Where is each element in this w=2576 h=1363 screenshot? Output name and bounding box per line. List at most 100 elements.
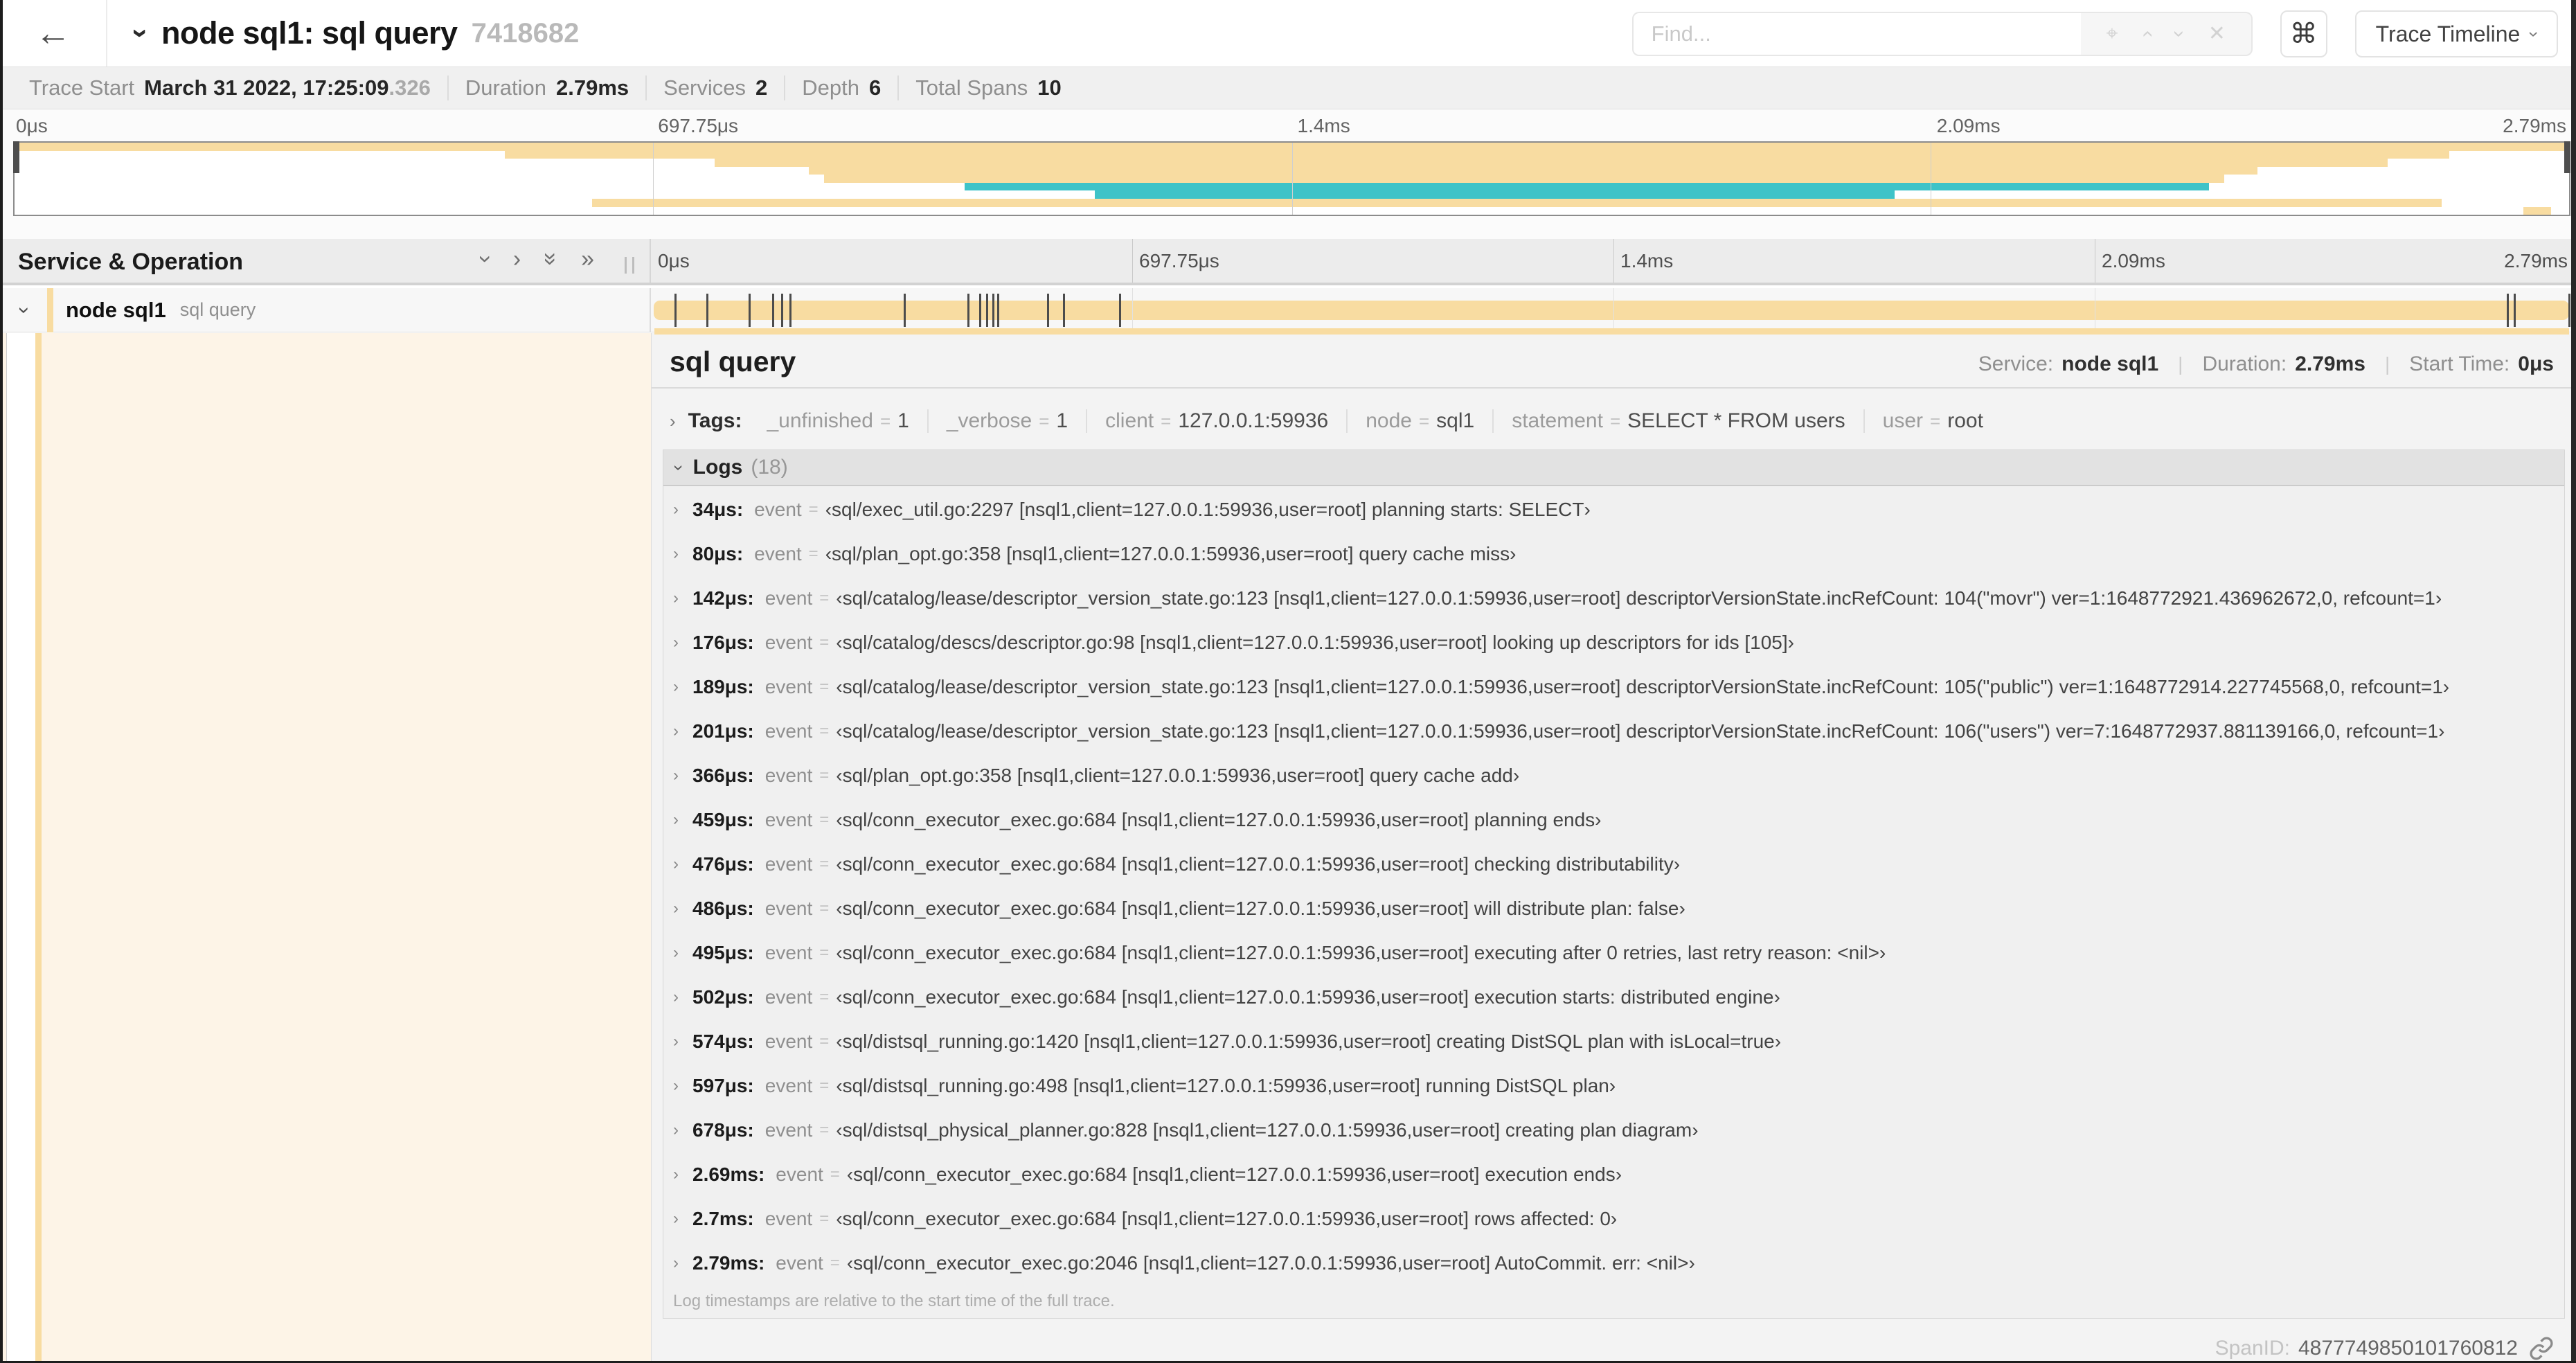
- meta-value: March 31 2022, 17:25:09: [144, 75, 389, 100]
- log-row[interactable]: › 366μs: event = ‹sql/plan_opt.go:358 [nsql1…: [663, 754, 2564, 798]
- tag-pair: _unfinished = 1: [749, 409, 927, 433]
- log-row[interactable]: › 176μs: event = ‹sql/catalog/descs/descript…: [663, 621, 2564, 665]
- tag-pair: client = 127.0.0.1:59936: [1086, 409, 1346, 433]
- trace-meta-item: Total Spans 10: [897, 75, 1077, 100]
- collapse-trace-icon[interactable]: ›: [125, 28, 158, 38]
- equals-sign: =: [819, 1209, 830, 1228]
- service-value: node sql1: [2061, 353, 2159, 375]
- log-row[interactable]: › 597μs: event = ‹sql/distsql_running.go:498…: [663, 1064, 2564, 1108]
- log-row[interactable]: › 201μs: event = ‹sql/catalog/lease/descript…: [663, 709, 2564, 754]
- log-field-value: ‹sql/exec_util.go:2297 [nsql1,client=127…: [825, 499, 1591, 520]
- equals-sign: =: [808, 500, 819, 519]
- tags-row[interactable]: › Tags: _unfinished = 1 _verbose = 1 client = 12…: [670, 401, 2554, 441]
- meta-value: 2: [755, 75, 768, 100]
- span-detail-panel: sql query Service: node sql1 | Duration:…: [651, 328, 2576, 1363]
- log-marker: [706, 294, 708, 327]
- log-row[interactable]: › 34μs: event = ‹sql/exec_util.go:2297 [nsql…: [663, 488, 2564, 532]
- tag-value: 1: [1056, 409, 1068, 432]
- deep-link-icon[interactable]: [2529, 1336, 2554, 1361]
- tag-value: 127.0.0.1:59936: [1178, 409, 1329, 432]
- window-scrollbar-edge[interactable]: [2571, 0, 2576, 1363]
- minimap-span-bar: [505, 150, 2449, 159]
- log-timestamp: 678μs:: [692, 1119, 754, 1141]
- log-row[interactable]: › 574μs: event = ‹sql/distsql_running.go:142…: [663, 1019, 2564, 1064]
- log-row[interactable]: › 678μs: event = ‹sql/distsql_physical_plann…: [663, 1108, 2564, 1152]
- keyboard-shortcuts-button[interactable]: ⌘: [2280, 10, 2327, 57]
- divider: |: [2384, 353, 2390, 375]
- log-row[interactable]: › 486μs: event = ‹sql/conn_executor_exec.go:…: [663, 887, 2564, 931]
- log-row[interactable]: › 2.69ms: event = ‹sql/conn_executor_exec.go…: [663, 1152, 2564, 1197]
- start-time-label: Start Time:: [2409, 353, 2510, 375]
- equals-sign: =: [819, 677, 830, 696]
- minimap-gridline: [653, 143, 654, 215]
- back-button[interactable]: ←: [0, 0, 107, 66]
- log-row[interactable]: › 502μs: event = ‹sql/conn_executor_exec.go:…: [663, 975, 2564, 1019]
- chevron-right-icon: ›: [673, 500, 679, 519]
- trace-view-selector[interactable]: Trace Timeline ›: [2354, 10, 2558, 57]
- log-timestamp: 2.79ms:: [692, 1252, 765, 1274]
- ruler-tick-label: 697.75μs: [1139, 250, 1219, 271]
- log-field-value: ‹sql/conn_executor_exec.go:684 [nsql1,cl…: [836, 942, 1886, 963]
- log-field-value: ‹sql/plan_opt.go:358 [nsql1,client=127.0…: [836, 765, 1520, 786]
- log-row[interactable]: › 476μs: event = ‹sql/conn_executor_exec.go:…: [663, 842, 2564, 887]
- log-row[interactable]: › 459μs: event = ‹sql/conn_executor_exec.go:…: [663, 798, 2564, 842]
- clear-search-icon[interactable]: ✕: [2208, 24, 2226, 44]
- meta-label: Depth: [802, 75, 859, 100]
- locate-icon[interactable]: ⌖: [2106, 24, 2118, 44]
- trace-meta-item: Duration 2.79ms: [447, 75, 645, 100]
- span-duration-bar[interactable]: [654, 301, 2569, 320]
- span-collapse-icon[interactable]: ›: [12, 307, 36, 314]
- equals-sign: =: [879, 410, 891, 431]
- logs-list: › 34μs: event = ‹sql/exec_util.go:2297 [nsql…: [663, 488, 2564, 1285]
- minimap-drag-handle-left[interactable]: [13, 141, 19, 173]
- minimap-span-bar: [1095, 190, 1895, 199]
- collapse-one-icon[interactable]: ›: [472, 255, 499, 262]
- equals-sign: =: [819, 633, 830, 652]
- log-field-key: event: [754, 543, 802, 564]
- minimap-drag-handle-right[interactable]: [2564, 141, 2570, 173]
- log-timestamp: 201μs:: [692, 720, 754, 742]
- minimap-span-bar: [714, 159, 2388, 167]
- log-row[interactable]: › 80μs: event = ‹sql/plan_opt.go:358 [nsql1,…: [663, 532, 2564, 576]
- column-resizer[interactable]: [625, 257, 634, 274]
- chevron-down-icon: ›: [668, 464, 690, 471]
- trace-meta-item: Trace Start March 31 2022, 17:25:09.326: [12, 75, 447, 100]
- expand-all-icon[interactable]: »: [581, 247, 594, 271]
- chevron-right-icon: ›: [670, 410, 676, 431]
- minimap-canvas[interactable]: [13, 141, 2570, 216]
- chevron-right-icon: ›: [673, 1032, 679, 1051]
- log-marker: [967, 294, 970, 327]
- spanid-label: SpanID:: [2215, 1337, 2290, 1360]
- log-field-value: ‹sql/conn_executor_exec.go:684 [nsql1,cl…: [836, 1208, 1618, 1229]
- log-row[interactable]: › 495μs: event = ‹sql/conn_executor_exec.go:…: [663, 931, 2564, 975]
- logs-header[interactable]: › Logs (18): [663, 450, 2564, 486]
- expand-one-icon[interactable]: ›: [513, 247, 521, 271]
- tag-key: statement: [1512, 409, 1603, 432]
- log-marker: [674, 294, 677, 327]
- log-row[interactable]: › 142μs: event = ‹sql/catalog/lease/descript…: [663, 576, 2564, 621]
- minimap-span-bar: [965, 182, 2209, 191]
- prev-result-icon[interactable]: ›: [2135, 30, 2158, 37]
- find-input[interactable]: [1631, 12, 2081, 56]
- log-field-key: event: [764, 587, 813, 609]
- collapse-all-icon[interactable]: »: [538, 253, 564, 266]
- log-row[interactable]: › 189μs: event = ‹sql/catalog/lease/descript…: [663, 665, 2564, 709]
- log-field-value: ‹sql/catalog/lease/descriptor_version_st…: [836, 720, 2445, 742]
- log-field-key: event: [764, 720, 813, 742]
- equals-sign: =: [1609, 410, 1621, 431]
- collapse-controls: › › » »: [472, 247, 594, 271]
- trace-metadata-bar: Trace Start March 31 2022, 17:25:09.326 Du…: [0, 66, 2576, 109]
- tag-pair: user = root: [1863, 409, 2001, 433]
- start-time-value: 0μs: [2518, 353, 2554, 375]
- log-marker: [1046, 294, 1049, 327]
- log-field-key: event: [764, 986, 813, 1008]
- log-field-key: event: [776, 1252, 823, 1274]
- log-row[interactable]: › 2.79ms: event = ‹sql/conn_executor_exec.go…: [663, 1241, 2564, 1285]
- meta-value: 6: [869, 75, 882, 100]
- span-row[interactable]: › node sql1 sql query: [0, 287, 2576, 332]
- next-result-icon[interactable]: ›: [2168, 30, 2191, 37]
- log-row[interactable]: › 2.7ms: event = ‹sql/conn_executor_exec.go:…: [663, 1197, 2564, 1241]
- logs-block: › Logs (18) › 34μs: event = ‹sql/exec_util.g…: [663, 449, 2565, 1319]
- equals-sign: =: [830, 1165, 840, 1184]
- log-field-value: ‹sql/catalog/lease/descriptor_version_st…: [836, 587, 2442, 609]
